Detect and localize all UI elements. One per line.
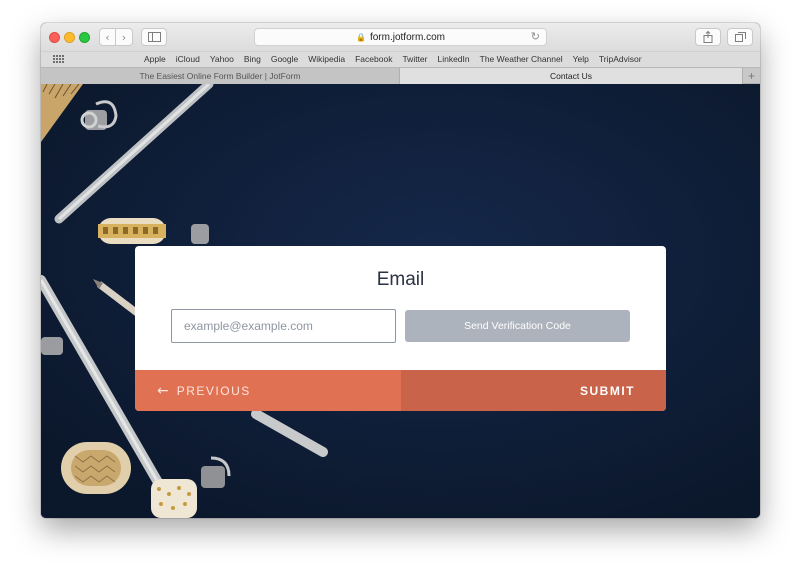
bookmark-tripadvisor[interactable]: TripAdvisor bbox=[599, 54, 642, 64]
tab-jotform-home[interactable]: The Easiest Online Form Builder | JotFor… bbox=[41, 68, 400, 84]
browser-window: ‹ › 🔒 form.jotform.com ↻ Apple iCloud Ya… bbox=[41, 23, 760, 518]
bookmark-facebook[interactable]: Facebook bbox=[355, 54, 392, 64]
form-card: Email Send Verification Code ← PREVIOUS … bbox=[135, 246, 666, 411]
page-content: Email Send Verification Code ← PREVIOUS … bbox=[41, 84, 760, 518]
sidebar-icon bbox=[147, 32, 161, 42]
tab-label: The Easiest Online Form Builder | JotFor… bbox=[139, 71, 301, 81]
bookmark-weather-channel[interactable]: The Weather Channel bbox=[480, 54, 563, 64]
arrow-left-icon: ← bbox=[157, 382, 169, 399]
chevron-right-icon: › bbox=[121, 30, 127, 44]
tab-bar: The Easiest Online Form Builder | JotFor… bbox=[41, 67, 760, 84]
grid-icon[interactable] bbox=[53, 55, 64, 63]
bookmark-yelp[interactable]: Yelp bbox=[573, 54, 589, 64]
bookmark-wikipedia[interactable]: Wikipedia bbox=[308, 54, 345, 64]
bookmark-yahoo[interactable]: Yahoo bbox=[210, 54, 234, 64]
forward-button[interactable]: › bbox=[116, 28, 133, 46]
submit-button-label: SUBMIT bbox=[580, 383, 635, 398]
new-tab-button[interactable]: + bbox=[742, 68, 760, 84]
chevron-left-icon: ‹ bbox=[105, 30, 110, 44]
submit-button[interactable]: SUBMIT bbox=[401, 370, 666, 411]
close-window-button[interactable] bbox=[49, 32, 60, 43]
bookmark-linkedin[interactable]: LinkedIn bbox=[437, 54, 469, 64]
previous-button[interactable]: ← PREVIOUS bbox=[135, 370, 401, 411]
reload-icon[interactable]: ↻ bbox=[531, 30, 540, 43]
bookmark-icloud[interactable]: iCloud bbox=[176, 54, 200, 64]
url-text: form.jotform.com bbox=[369, 31, 445, 43]
lock-icon: 🔒 bbox=[356, 32, 366, 42]
share-button[interactable] bbox=[695, 28, 721, 46]
show-tabs-button[interactable] bbox=[727, 28, 753, 46]
bookmark-google[interactable]: Google bbox=[271, 54, 298, 64]
form-footer: ← PREVIOUS SUBMIT bbox=[135, 370, 666, 411]
tab-contact-us[interactable]: Contact Us bbox=[400, 68, 742, 84]
sidebar-toggle-button[interactable] bbox=[141, 28, 167, 46]
back-button[interactable]: ‹ bbox=[99, 28, 116, 46]
bookmark-twitter[interactable]: Twitter bbox=[402, 54, 427, 64]
bookmark-bing[interactable]: Bing bbox=[244, 54, 261, 64]
tabs-overview-icon bbox=[734, 32, 746, 42]
minimize-window-button[interactable] bbox=[64, 32, 75, 43]
send-verification-code-button[interactable]: Send Verification Code bbox=[405, 310, 630, 342]
zoom-window-button[interactable] bbox=[79, 32, 90, 43]
address-bar[interactable]: 🔒 form.jotform.com ↻ bbox=[254, 28, 547, 46]
plus-icon: + bbox=[747, 69, 755, 83]
form-title: Email bbox=[376, 269, 425, 290]
browser-toolbar: ‹ › 🔒 form.jotform.com ↻ bbox=[41, 23, 760, 51]
share-icon bbox=[703, 31, 713, 43]
bookmarks-bar: Apple iCloud Yahoo Bing Google Wikipedia… bbox=[41, 51, 760, 67]
previous-button-label: PREVIOUS bbox=[176, 383, 251, 398]
bookmark-apple[interactable]: Apple bbox=[144, 54, 166, 64]
bookmark-list: Apple iCloud Yahoo Bing Google Wikipedia… bbox=[144, 54, 642, 64]
email-input[interactable] bbox=[171, 309, 396, 343]
tab-label: Contact Us bbox=[549, 71, 593, 81]
